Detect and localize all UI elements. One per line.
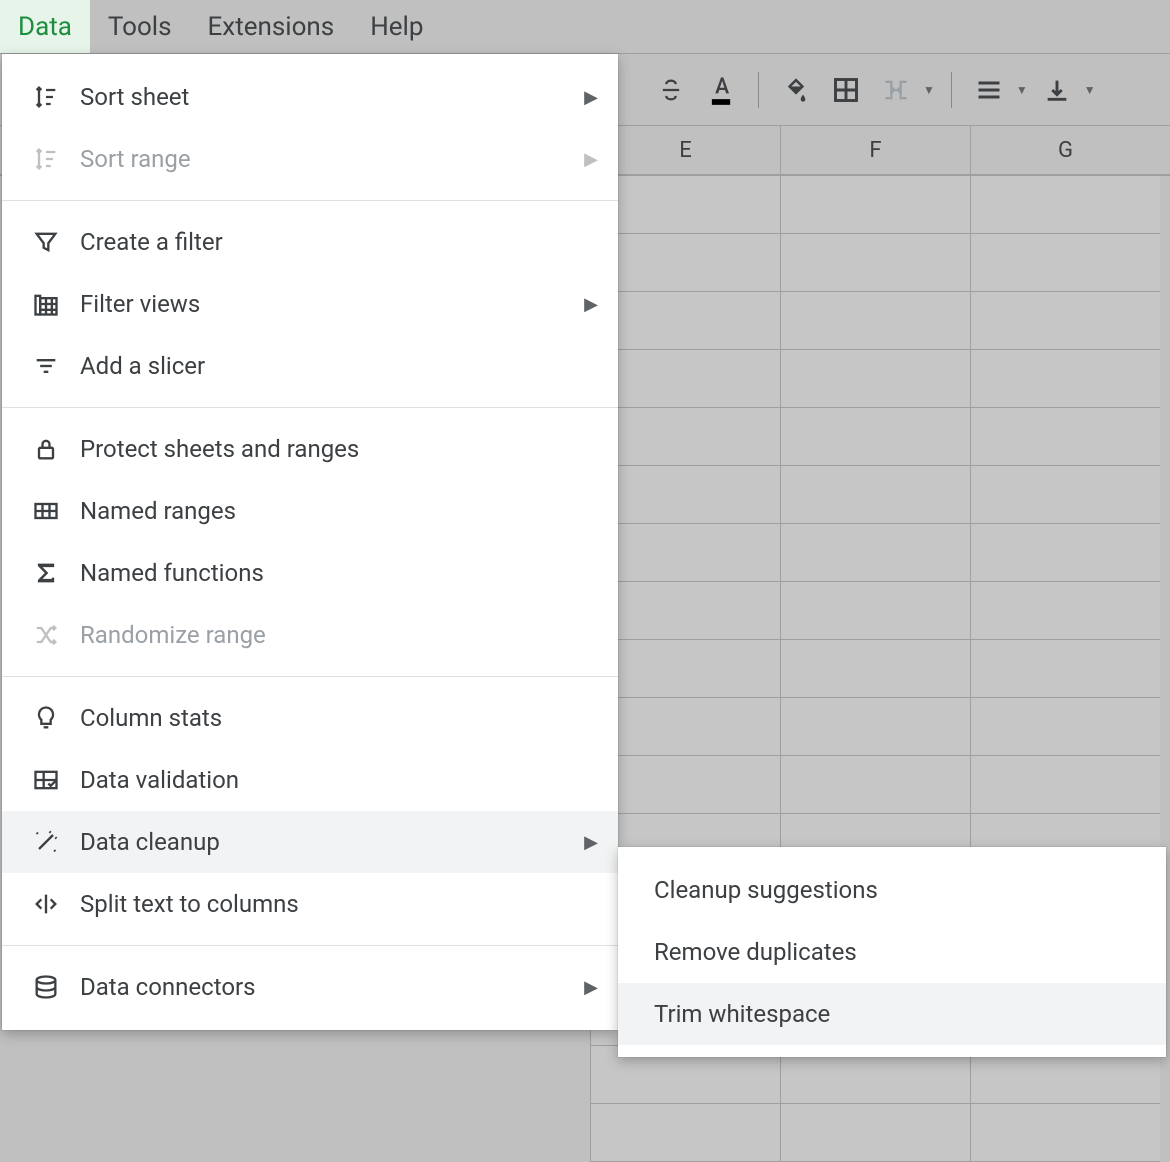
menu-item-label: Data cleanup — [80, 828, 584, 856]
menu-item-label: Named functions — [80, 559, 598, 587]
merge-cells-icon[interactable] — [875, 69, 917, 111]
sigma-icon — [30, 557, 62, 589]
sort-range-icon — [30, 143, 62, 175]
menu-item-column-stats[interactable]: Column stats — [2, 687, 618, 749]
filter-icon — [30, 226, 62, 258]
menu-extensions[interactable]: Extensions — [190, 0, 353, 53]
chevron-right-icon: ▶ — [584, 294, 598, 315]
borders-icon[interactable] — [825, 69, 867, 111]
menu-item-label: Protect sheets and ranges — [80, 435, 598, 463]
split-icon — [30, 888, 62, 920]
chevron-right-icon: ▶ — [584, 832, 598, 853]
menu-item-label: Sort sheet — [80, 83, 584, 111]
toolbar-separator — [758, 72, 759, 108]
column-header[interactable]: G — [970, 126, 1160, 174]
strikethrough-icon[interactable] — [650, 69, 692, 111]
menu-item-add-slicer[interactable]: Add a slicer — [2, 335, 618, 397]
chevron-right-icon: ▶ — [584, 87, 598, 108]
menubar: Data Tools Extensions Help — [0, 0, 1170, 54]
database-icon — [30, 971, 62, 1003]
lightbulb-icon — [30, 702, 62, 734]
menu-item-create-filter[interactable]: Create a filter — [2, 211, 618, 273]
chevron-right-icon: ▶ — [584, 149, 598, 170]
validation-icon — [30, 764, 62, 796]
slicer-icon — [30, 350, 62, 382]
menu-item-label: Randomize range — [80, 621, 598, 649]
chevron-down-icon[interactable]: ▼ — [1016, 83, 1028, 97]
magic-wand-icon — [30, 826, 62, 858]
menu-item-label: Trim whitespace — [654, 1000, 830, 1028]
chevron-down-icon[interactable]: ▼ — [923, 83, 935, 97]
menu-item-data-connectors[interactable]: Data connectors ▶ — [2, 956, 618, 1018]
menu-item-label: Add a slicer — [80, 352, 598, 380]
menu-item-label: Data validation — [80, 766, 598, 794]
menu-item-filter-views[interactable]: Filter views ▶ — [2, 273, 618, 335]
filter-views-icon — [30, 288, 62, 320]
data-cleanup-submenu: Cleanup suggestions Remove duplicates Tr… — [618, 847, 1166, 1057]
menu-help[interactable]: Help — [352, 0, 441, 53]
menu-item-protect-sheets[interactable]: Protect sheets and ranges — [2, 418, 618, 480]
menu-item-label: Create a filter — [80, 228, 598, 256]
chevron-right-icon: ▶ — [584, 977, 598, 998]
menu-divider — [2, 945, 618, 946]
menu-item-label: Data connectors — [80, 973, 584, 1001]
menu-item-data-validation[interactable]: Data validation — [2, 749, 618, 811]
menu-item-named-functions[interactable]: Named functions — [2, 542, 618, 604]
shuffle-icon — [30, 619, 62, 651]
menu-item-sort-sheet[interactable]: Sort sheet ▶ — [2, 66, 618, 128]
fill-color-icon[interactable] — [775, 69, 817, 111]
menu-item-split-text[interactable]: Split text to columns — [2, 873, 618, 935]
vertical-align-icon[interactable] — [1036, 69, 1078, 111]
sort-sheet-icon — [30, 81, 62, 113]
menu-item-label: Filter views — [80, 290, 584, 318]
submenu-item-trim-whitespace[interactable]: Trim whitespace — [618, 983, 1166, 1045]
column-header[interactable]: E — [590, 126, 780, 174]
menu-divider — [2, 200, 618, 201]
menu-item-randomize-range: Randomize range — [2, 604, 618, 666]
menu-item-data-cleanup[interactable]: Data cleanup ▶ — [2, 811, 618, 873]
menu-divider — [2, 407, 618, 408]
menu-item-label: Remove duplicates — [654, 938, 857, 966]
column-header[interactable]: F — [780, 126, 970, 174]
menu-item-sort-range: Sort range ▶ — [2, 128, 618, 190]
chevron-down-icon[interactable]: ▼ — [1084, 83, 1096, 97]
named-ranges-icon — [30, 495, 62, 527]
toolbar-separator — [951, 72, 952, 108]
data-menu-dropdown: Sort sheet ▶ Sort range ▶ Create a filte… — [2, 54, 618, 1030]
menu-item-label: Sort range — [80, 145, 584, 173]
submenu-item-cleanup-suggestions[interactable]: Cleanup suggestions — [618, 859, 1166, 921]
menu-item-label: Named ranges — [80, 497, 598, 525]
menu-item-label: Column stats — [80, 704, 598, 732]
submenu-item-remove-duplicates[interactable]: Remove duplicates — [618, 921, 1166, 983]
menu-item-label: Cleanup suggestions — [654, 876, 878, 904]
horizontal-align-icon[interactable] — [968, 69, 1010, 111]
menu-tools[interactable]: Tools — [90, 0, 190, 53]
menu-item-named-ranges[interactable]: Named ranges — [2, 480, 618, 542]
menu-item-label: Split text to columns — [80, 890, 598, 918]
menu-data[interactable]: Data — [0, 0, 90, 53]
text-color-icon[interactable] — [700, 69, 742, 111]
lock-icon — [30, 433, 62, 465]
menu-divider — [2, 676, 618, 677]
